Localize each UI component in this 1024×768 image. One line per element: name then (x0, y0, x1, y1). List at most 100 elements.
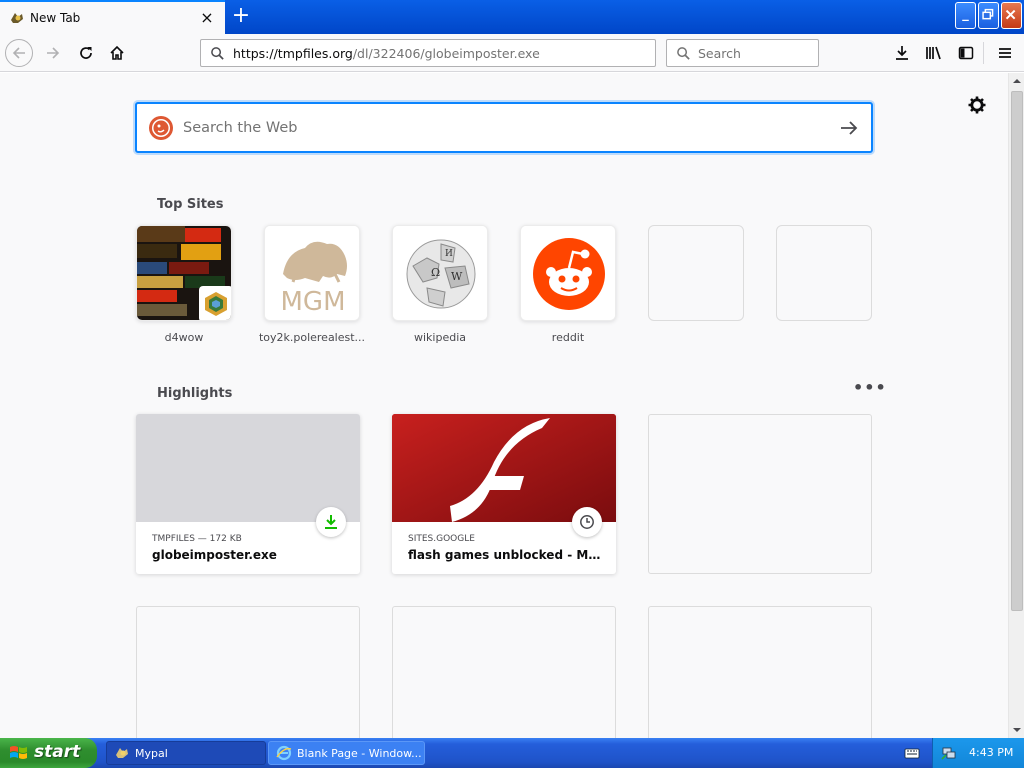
library-icon (926, 46, 941, 60)
top-site-label[interactable]: toy2k.polerealest... (256, 331, 368, 344)
url-domain: https://tmpfiles.org (233, 46, 353, 61)
keyboard-icon[interactable] (904, 746, 920, 760)
reddit-logo-icon (521, 226, 615, 320)
highlight-card-empty (392, 606, 616, 738)
duckduckgo-logo-icon (149, 116, 173, 140)
network-icon[interactable] (941, 745, 957, 761)
top-site-tile-d4wow[interactable] (136, 225, 232, 321)
search-bar[interactable]: Search (666, 39, 819, 67)
highlight-meta: TMPFILES — 172 KB (152, 534, 242, 544)
home-icon (110, 45, 124, 60)
highlight-title: flash games unblocked - Madnes... (408, 548, 608, 562)
highlight-card-empty (648, 606, 872, 738)
taskbar-item-mypal[interactable]: Mypal (106, 741, 266, 765)
arrow-right-icon (47, 47, 60, 59)
download-icon (896, 46, 908, 60)
taskbar-item-internet-explorer[interactable]: Blank Page - Window... (268, 741, 425, 765)
highlight-title: globeimposter.exe (152, 548, 277, 562)
web-search-box[interactable] (135, 102, 873, 153)
close-window-button[interactable] (1001, 2, 1022, 29)
tab-strip: New Tab × + _ (0, 0, 1024, 34)
svg-text:W: W (451, 270, 463, 283)
reload-icon (80, 47, 92, 59)
internet-explorer-icon (276, 745, 292, 761)
highlight-card-empty (136, 606, 360, 738)
tab-new-tab[interactable]: New Tab × (0, 0, 225, 34)
taskbar-clock: 4:43 PM (969, 746, 1014, 759)
taskbar-item-label: Mypal (135, 747, 168, 760)
search-bar-placeholder: Search (698, 46, 741, 61)
mypal-favicon-icon (11, 13, 23, 23)
arrow-right-icon[interactable] (838, 117, 860, 139)
vertical-scrollbar[interactable] (1008, 73, 1024, 738)
start-button[interactable]: start (0, 738, 97, 768)
windows-logo-icon (10, 746, 27, 759)
url-text: https://tmpfiles.org/dl/322406/globeimpo… (233, 46, 540, 61)
reload-button[interactable] (72, 39, 100, 67)
toolbar-separator (983, 42, 984, 64)
navigation-toolbar: https://tmpfiles.org/dl/322406/globeimpo… (0, 34, 1024, 72)
hamburger-menu-icon (999, 48, 1011, 58)
library-button[interactable] (921, 40, 947, 66)
minimize-button[interactable]: _ (955, 2, 976, 29)
d4wow-thumbnail (137, 226, 231, 320)
highlight-meta: SITES.GOOGLE (408, 534, 475, 544)
chevron-up-icon (1013, 79, 1021, 83)
sidebar-icon (958, 46, 974, 60)
system-tray: 4:43 PM (932, 738, 1024, 768)
svg-text:Ω: Ω (431, 266, 440, 279)
mgm-lion-logo: MGM (265, 226, 359, 320)
flash-thumbnail (392, 414, 616, 522)
windows-taskbar: start Mypal Blank Page - Window... 4:43 … (0, 738, 1024, 768)
highlight-card-globeimposter[interactable]: TMPFILES — 172 KB globeimposter.exe (136, 414, 360, 574)
forward-button[interactable] (39, 39, 67, 67)
tab-title: New Tab (30, 11, 81, 25)
top-site-tile-wikipedia[interactable]: Ω W И (392, 225, 488, 321)
restore-button[interactable] (978, 2, 999, 29)
svg-text:MGM: MGM (280, 287, 345, 317)
mypal-icon (116, 748, 128, 758)
top-site-tile-empty (776, 225, 872, 321)
top-site-label[interactable]: d4wow (128, 331, 240, 344)
gear-icon[interactable] (967, 95, 987, 115)
close-icon (1005, 9, 1016, 20)
history-badge (572, 507, 602, 537)
start-label: start (34, 742, 81, 762)
clock-icon (580, 515, 594, 529)
minimize-icon: _ (962, 7, 969, 22)
address-bar[interactable]: https://tmpfiles.org/dl/322406/globeimpo… (200, 39, 656, 67)
chevron-down-icon (1013, 728, 1021, 732)
top-site-label[interactable]: reddit (512, 331, 624, 344)
url-path: /dl/322406/globeimposter.exe (352, 46, 540, 61)
top-site-tile-toy2k[interactable]: MGM (264, 225, 360, 321)
scroll-thumb[interactable] (1011, 91, 1023, 611)
restore-icon (982, 8, 994, 20)
back-button[interactable] (5, 39, 33, 67)
highlight-card-flash-games[interactable]: SITES.GOOGLE flash games unblocked - Mad… (392, 414, 616, 574)
highlights-more-icon[interactable]: ••• (853, 380, 886, 396)
new-tab-button[interactable]: + (230, 4, 252, 28)
top-site-tile-empty (648, 225, 744, 321)
sidebar-button[interactable] (953, 40, 979, 66)
top-site-label[interactable]: wikipedia (384, 331, 496, 344)
arrow-left-icon (12, 47, 25, 59)
scroll-down-button[interactable] (1009, 722, 1024, 738)
highlight-thumbnail (136, 414, 360, 522)
menu-button[interactable] (992, 40, 1018, 66)
home-button[interactable] (103, 39, 131, 67)
highlight-card-empty (648, 414, 872, 574)
taskbar-item-label: Blank Page - Window... (297, 747, 422, 760)
top-site-tile-reddit[interactable] (520, 225, 616, 321)
svg-text:И: И (445, 249, 453, 259)
search-icon (677, 47, 690, 60)
new-tab-page: Top Sites MGM (0, 73, 1008, 738)
scroll-up-button[interactable] (1009, 73, 1024, 89)
downloads-button[interactable] (889, 40, 915, 66)
download-badge (316, 507, 346, 537)
web-search-input[interactable] (183, 118, 803, 138)
highlights-heading: Highlights (157, 386, 233, 401)
tab-close-icon[interactable]: × (198, 9, 216, 27)
search-icon (211, 47, 224, 60)
top-sites-heading: Top Sites (157, 197, 224, 212)
download-icon (325, 515, 337, 529)
